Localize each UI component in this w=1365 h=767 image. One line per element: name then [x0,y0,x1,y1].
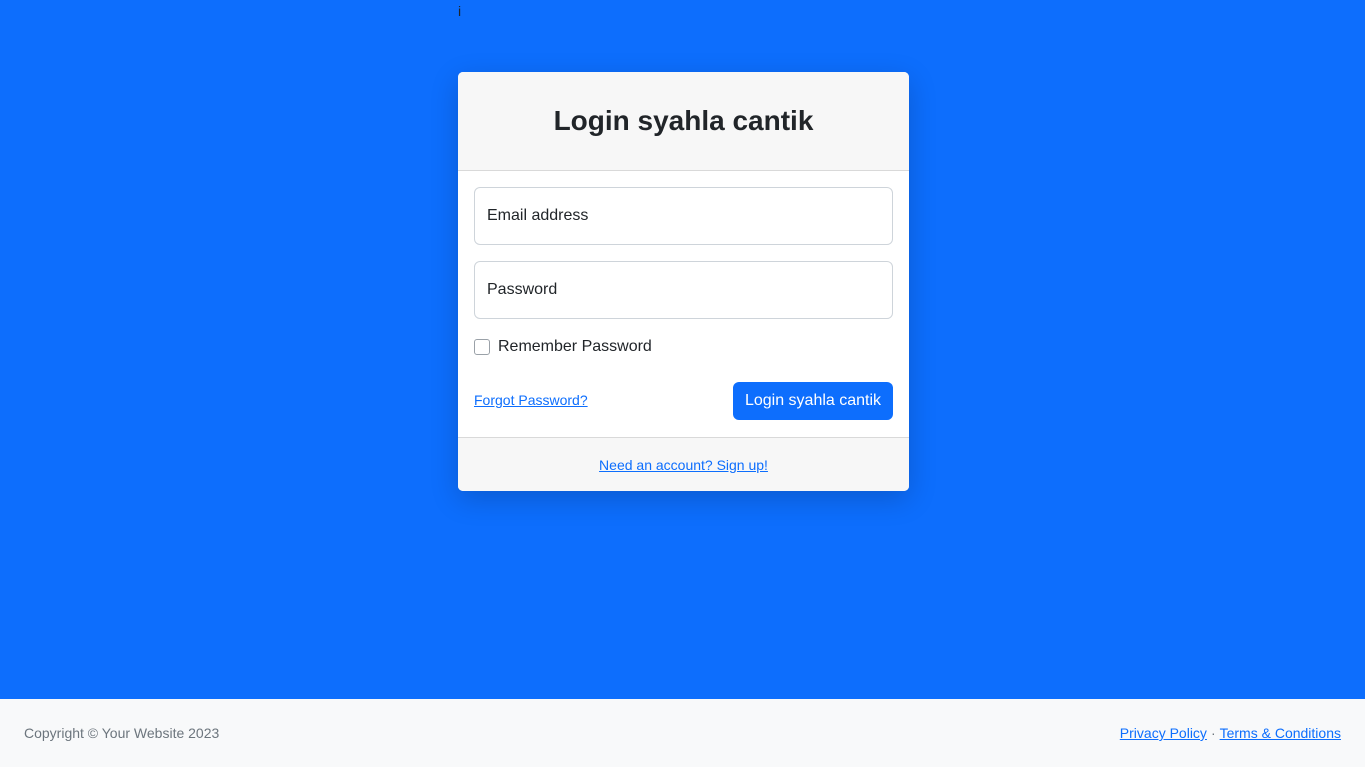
footer-links: Privacy Policy · Terms & Conditions [1120,725,1341,741]
password-input[interactable] [475,262,892,318]
stray-text: i [458,3,462,19]
terms-conditions-link[interactable]: Terms & Conditions [1220,725,1341,741]
footer-separator: · [1210,725,1216,741]
privacy-policy-link[interactable]: Privacy Policy [1120,725,1207,741]
signup-link[interactable]: Need an account? Sign up! [599,457,768,473]
password-field[interactable]: Password [474,261,893,319]
page-footer: Copyright © Your Website 2023 Privacy Po… [0,699,1365,767]
copyright-text: Copyright © Your Website 2023 [24,725,220,741]
card-footer: Need an account? Sign up! [458,437,909,491]
page-title: Login syahla cantik [553,105,814,136]
email-input[interactable] [475,188,892,244]
remember-password-label[interactable]: Remember Password [498,338,652,356]
forgot-password-link[interactable]: Forgot Password? [474,392,588,408]
remember-password-checkbox[interactable] [474,339,490,355]
card-header: Login syahla cantik [458,72,909,171]
login-form: Email address Password Remember Password… [458,171,909,437]
remember-password-row[interactable]: Remember Password [474,338,652,356]
login-card: Login syahla cantik Email address Passwo… [458,72,909,491]
email-field[interactable]: Email address [474,187,893,245]
login-button[interactable]: Login syahla cantik [733,382,893,420]
